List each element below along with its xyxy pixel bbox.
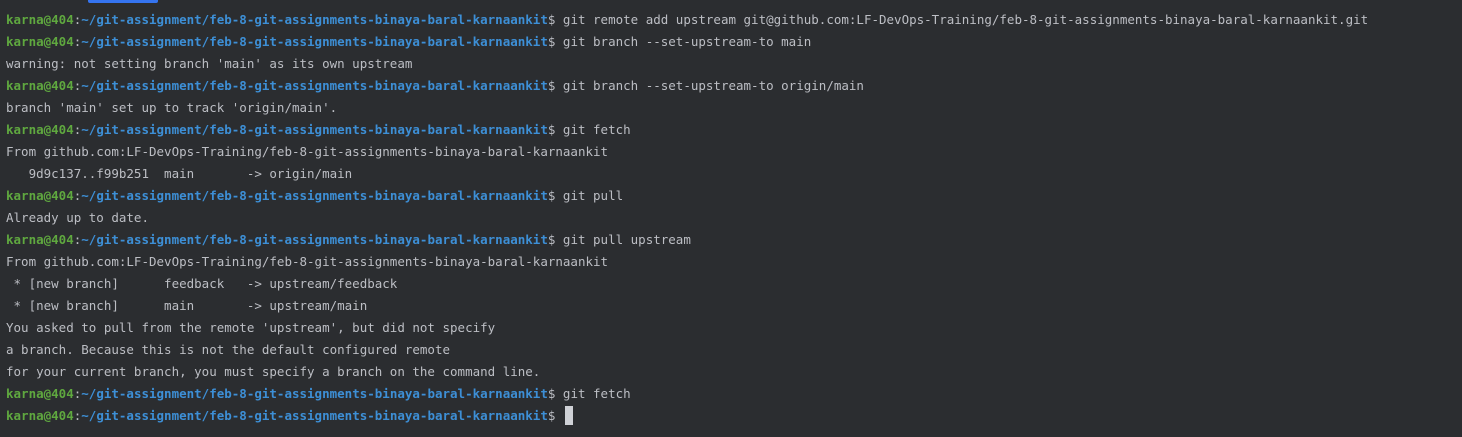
- prompt-user: karna@404: [6, 12, 74, 27]
- output-line: * [new branch] feedback -> upstream/feed…: [6, 276, 398, 291]
- command-text: git fetch: [555, 122, 631, 137]
- output-line: 9d9c137..f99b251 main -> origin/main: [6, 166, 353, 181]
- prompt-path: ~/git-assignment/feb-8-git-assignments-b…: [81, 408, 548, 423]
- command-text: git remote add upstream git@github.com:L…: [555, 12, 1369, 27]
- prompt-user: karna@404: [6, 232, 74, 247]
- prompt-line: karna@404:~/git-assignment/feb-8-git-ass…: [6, 383, 1368, 405]
- terminal-output: karna@404:~/git-assignment/feb-8-git-ass…: [6, 9, 1368, 427]
- active-tab-indicator: [88, 0, 158, 3]
- prompt-line: karna@404:~/git-assignment/feb-8-git-ass…: [6, 119, 1368, 141]
- prompt-line: karna@404:~/git-assignment/feb-8-git-ass…: [6, 405, 1368, 427]
- output-line: You asked to pull from the remote 'upstr…: [6, 320, 496, 335]
- prompt-path: ~/git-assignment/feb-8-git-assignments-b…: [81, 232, 548, 247]
- prompt-line: karna@404:~/git-assignment/feb-8-git-ass…: [6, 9, 1368, 31]
- prompt-user: karna@404: [6, 188, 74, 203]
- command-text: git fetch: [555, 386, 631, 401]
- prompt-path: ~/git-assignment/feb-8-git-assignments-b…: [81, 122, 548, 137]
- output-line: From github.com:LF-DevOps-Training/feb-8…: [6, 254, 609, 269]
- prompt-path: ~/git-assignment/feb-8-git-assignments-b…: [81, 34, 548, 49]
- prompt-line: karna@404:~/git-assignment/feb-8-git-ass…: [6, 31, 1368, 53]
- prompt-user: karna@404: [6, 122, 74, 137]
- prompt-line: karna@404:~/git-assignment/feb-8-git-ass…: [6, 229, 1368, 251]
- command-text: git branch --set-upstream-to main: [555, 34, 812, 49]
- prompt-path: ~/git-assignment/feb-8-git-assignments-b…: [81, 78, 548, 93]
- text-cursor[interactable]: [564, 406, 573, 425]
- command-text: git pull: [555, 188, 624, 203]
- output-line: * [new branch] main -> upstream/main: [6, 298, 368, 313]
- command-text: git branch --set-upstream-to origin/main: [555, 78, 864, 93]
- command-text: git pull upstream: [555, 232, 691, 247]
- output-line: branch 'main' set up to track 'origin/ma…: [6, 100, 338, 115]
- prompt-user: karna@404: [6, 78, 74, 93]
- terminal-panel[interactable]: karna@404:~/git-assignment/feb-8-git-ass…: [0, 0, 1462, 437]
- prompt-path: ~/git-assignment/feb-8-git-assignments-b…: [81, 12, 548, 27]
- prompt-user: karna@404: [6, 386, 74, 401]
- output-line: a branch. Because this is not the defaul…: [6, 342, 451, 357]
- output-line: From github.com:LF-DevOps-Training/feb-8…: [6, 144, 609, 159]
- output-line: for your current branch, you must specif…: [6, 364, 541, 379]
- output-line: Already up to date.: [6, 210, 149, 225]
- prompt-user: karna@404: [6, 34, 74, 49]
- prompt-user: karna@404: [6, 408, 74, 423]
- prompt-line: karna@404:~/git-assignment/feb-8-git-ass…: [6, 75, 1368, 97]
- prompt-path: ~/git-assignment/feb-8-git-assignments-b…: [81, 188, 548, 203]
- prompt-path: ~/git-assignment/feb-8-git-assignments-b…: [81, 386, 548, 401]
- prompt-line: karna@404:~/git-assignment/feb-8-git-ass…: [6, 185, 1368, 207]
- command-text: [555, 408, 563, 423]
- output-line: warning: not setting branch 'main' as it…: [6, 56, 413, 71]
